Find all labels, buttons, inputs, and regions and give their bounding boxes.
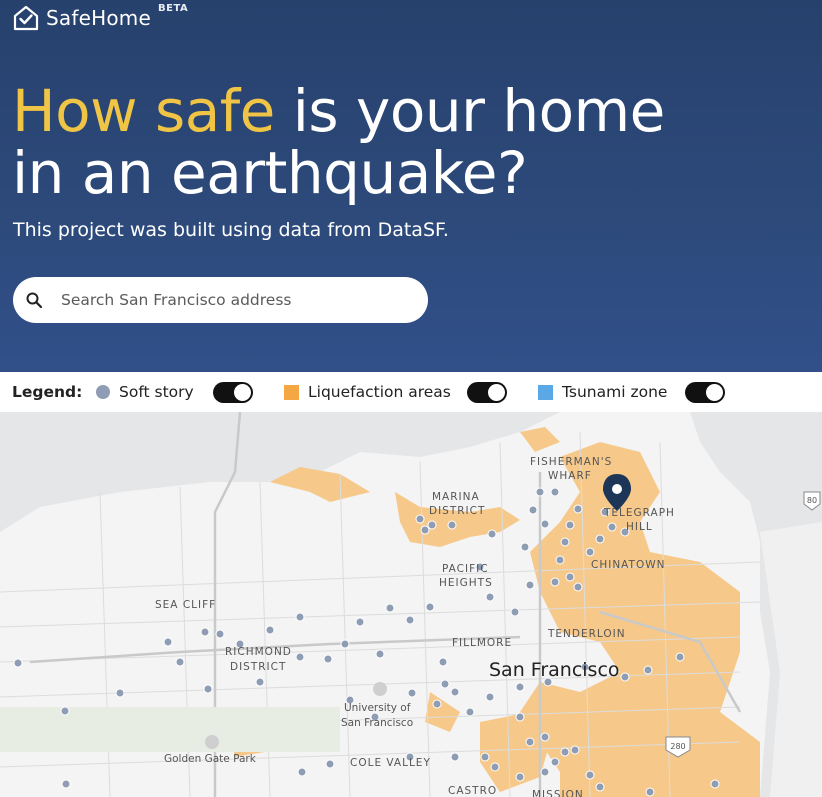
tsunami-toggle[interactable] bbox=[685, 382, 725, 403]
label-chinatown: CHINATOWN bbox=[591, 559, 665, 571]
park-icon bbox=[205, 735, 219, 749]
label-cole-valley: COLE VALLEY bbox=[350, 757, 431, 769]
label-castro: CASTRO bbox=[448, 785, 497, 797]
logo[interactable]: SafeHome bbox=[12, 4, 151, 32]
label-mission: MISSION bbox=[532, 789, 584, 797]
legend-label-liquefaction: Liquefaction areas bbox=[308, 383, 451, 401]
golden-gate-park bbox=[0, 707, 340, 752]
label-richmond-district: DISTRICT bbox=[230, 661, 286, 673]
toggle-knob bbox=[706, 384, 723, 401]
label-golden-gate-park: Golden Gate Park bbox=[164, 753, 257, 765]
city-label: San Francisco bbox=[489, 659, 620, 681]
label-marina-district: DISTRICT bbox=[429, 505, 485, 517]
legend-label-tsunami: Tsunami zone bbox=[562, 383, 668, 401]
label-heights: HEIGHTS bbox=[439, 577, 493, 589]
legend-title: Legend: bbox=[12, 383, 83, 401]
label-pacific: PACIFIC bbox=[442, 563, 489, 575]
tsunami-swatch-icon bbox=[538, 384, 553, 400]
beta-badge: BETA bbox=[158, 3, 189, 14]
legend-item-liquefaction: Liquefaction areas bbox=[284, 372, 451, 412]
liquefaction-toggle[interactable] bbox=[467, 382, 507, 403]
search-bar[interactable] bbox=[13, 277, 428, 323]
subtitle: This project was built using data from D… bbox=[13, 219, 449, 241]
label-fillmore: FILLMORE bbox=[452, 637, 512, 649]
legend-item-soft-story: Soft story bbox=[96, 372, 194, 412]
label-marina: MARINA bbox=[432, 491, 480, 503]
search-icon bbox=[26, 292, 43, 309]
svg-text:280: 280 bbox=[670, 742, 685, 751]
svg-text:80: 80 bbox=[807, 496, 817, 505]
map-legend: Legend: Soft story Liquefaction areas Ts… bbox=[0, 372, 822, 412]
house-check-icon bbox=[13, 5, 39, 31]
soft-story-dot-icon bbox=[96, 385, 110, 399]
label-hill: HILL bbox=[626, 521, 653, 533]
toggle-knob bbox=[488, 384, 505, 401]
label-fishermans: FISHERMAN'S bbox=[530, 456, 612, 468]
liquefaction-swatch-icon bbox=[284, 384, 299, 400]
search-input[interactable] bbox=[61, 277, 411, 323]
university-icon bbox=[373, 682, 387, 696]
label-university: University of bbox=[344, 702, 411, 714]
app-name: SafeHome bbox=[46, 6, 151, 30]
toggle-knob bbox=[234, 384, 251, 401]
legend-label-soft-story: Soft story bbox=[119, 383, 194, 401]
legend-item-tsunami: Tsunami zone bbox=[538, 372, 667, 412]
headline-accent: How safe bbox=[12, 77, 275, 145]
label-wharf: WHARF bbox=[548, 470, 592, 482]
page-title: How safe is your home in an earthquake? bbox=[12, 80, 732, 204]
label-richmond: RICHMOND bbox=[225, 646, 292, 658]
headline-rest: is your home bbox=[274, 77, 666, 145]
label-university-sf: San Francisco bbox=[341, 717, 413, 729]
headline-line2: in an earthquake? bbox=[12, 139, 528, 207]
label-tenderloin: TENDERLOIN bbox=[547, 628, 626, 640]
map-view[interactable]: 80 280 FISHERMAN'S WHARF MARINA DISTRICT… bbox=[0, 412, 822, 797]
hero-banner: SafeHome BETA How safe is your home in an… bbox=[0, 0, 822, 372]
label-sea-cliff: SEA CLIFF bbox=[155, 599, 216, 611]
label-telegraph: TELEGRAPH bbox=[603, 507, 675, 519]
soft-story-toggle[interactable] bbox=[213, 382, 253, 403]
map-canvas[interactable]: 80 280 FISHERMAN'S WHARF MARINA DISTRICT… bbox=[0, 412, 822, 797]
